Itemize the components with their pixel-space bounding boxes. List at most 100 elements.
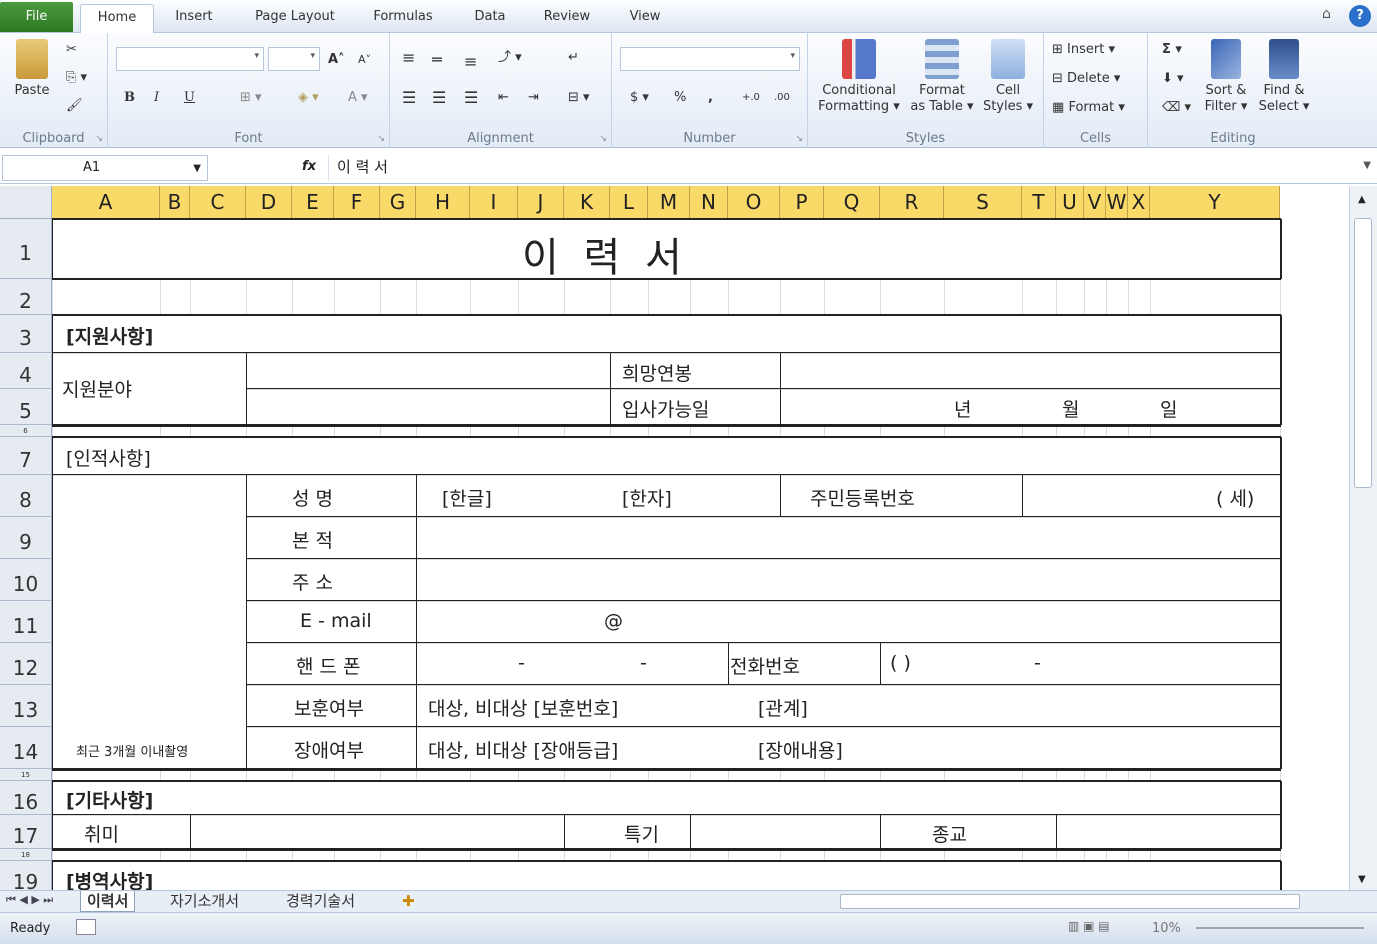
select-all-corner[interactable] (0, 186, 52, 219)
row-header-1[interactable]: 1 (0, 219, 52, 279)
row-header-6[interactable]: 6 (0, 425, 52, 437)
align-left-icon[interactable]: ☰ (402, 87, 416, 109)
row-header-17[interactable]: 17 (0, 815, 52, 849)
orientation-icon[interactable]: ⤴ ▾ (498, 47, 522, 69)
alignment-launcher-icon[interactable]: ↘ (599, 134, 607, 144)
align-center-icon[interactable]: ☰ (432, 87, 446, 109)
italic-button[interactable]: I (154, 87, 159, 109)
format-cells-button[interactable]: ▦ Format ▾ (1052, 97, 1125, 119)
delete-cells-button[interactable]: ⊟ Delete ▾ (1052, 68, 1120, 90)
merged-cell[interactable] (781, 354, 1280, 389)
zoom-slider[interactable] (1196, 927, 1364, 929)
row-header-12[interactable]: 12 (0, 643, 52, 685)
scroll-down-icon[interactable]: ▼ (1358, 874, 1366, 885)
column-header-C[interactable]: C (190, 186, 246, 219)
number-format-combo[interactable]: ▾ (620, 47, 800, 71)
column-header-S[interactable]: S (944, 186, 1022, 219)
format-painter-icon[interactable]: 🖌 (66, 95, 83, 117)
borders-icon[interactable]: ⊞ ▾ (240, 87, 262, 109)
insert-cells-button[interactable]: ⊞ Insert ▾ (1052, 39, 1115, 61)
column-header-T[interactable]: T (1022, 186, 1056, 219)
tab-data[interactable]: Data (462, 4, 518, 33)
vertical-scroll-thumb[interactable] (1354, 218, 1372, 488)
merged-cell[interactable] (53, 438, 1280, 475)
increase-decimal-icon[interactable]: +.0 (742, 87, 760, 109)
tab-view[interactable]: View (616, 4, 674, 33)
column-header-I[interactable]: I (470, 186, 518, 219)
tab-home[interactable]: Home (80, 4, 154, 34)
help-icon[interactable]: ? (1349, 5, 1371, 27)
autosum-button[interactable]: Σ ▾ (1162, 39, 1182, 61)
tab-formulas[interactable]: Formulas (360, 4, 446, 33)
column-header-R[interactable]: R (880, 186, 944, 219)
align-right-icon[interactable]: ☰ (464, 87, 478, 109)
name-box-dropdown-icon[interactable]: ▼ (193, 157, 201, 181)
minimize-ribbon-icon[interactable]: ⌂ (1322, 6, 1331, 22)
row-header-11[interactable]: 11 (0, 601, 52, 643)
row-header-5[interactable]: 5 (0, 389, 52, 425)
sheet-tab-career[interactable]: 경력기술서 (280, 891, 361, 912)
merged-cell[interactable] (691, 816, 880, 849)
font-color-button[interactable]: A ▾ (348, 87, 368, 109)
merged-cell[interactable] (881, 816, 1056, 849)
column-header-G[interactable]: G (380, 186, 416, 219)
merged-cell[interactable] (191, 816, 564, 849)
row-header-15[interactable]: 15 (0, 769, 52, 781)
comma-button[interactable]: , (708, 87, 713, 109)
tab-page-layout[interactable]: Page Layout (240, 4, 350, 33)
new-sheet-icon[interactable]: ✚ (396, 891, 421, 912)
column-header-O[interactable]: O (728, 186, 780, 219)
row-header-10[interactable]: 10 (0, 559, 52, 601)
merged-cell[interactable] (781, 390, 1280, 425)
fill-icon[interactable]: ⬇ ▾ (1162, 68, 1184, 90)
horizontal-scrollbar[interactable] (840, 894, 1300, 909)
copy-icon[interactable]: ⎘ ▾ (66, 67, 87, 89)
fx-button[interactable]: fx (302, 159, 316, 174)
column-header-M[interactable]: M (648, 186, 690, 219)
font-size-combo[interactable]: ▾ (268, 47, 320, 71)
clipboard-launcher-icon[interactable]: ↘ (95, 134, 103, 144)
row-header-16[interactable]: 16 (0, 781, 52, 815)
row-header-8[interactable]: 8 (0, 475, 52, 517)
row-header-18[interactable]: 18 (0, 849, 52, 861)
column-header-B[interactable]: B (160, 186, 190, 219)
cell-styles-button[interactable]: Cell Styles ▾ (978, 39, 1038, 115)
column-header-W[interactable]: W (1106, 186, 1128, 219)
row-header-19[interactable]: 19 (0, 861, 52, 891)
align-bottom-icon[interactable]: ≡ (464, 51, 477, 73)
paste-button[interactable]: Paste (8, 39, 56, 99)
row-header-13[interactable]: 13 (0, 685, 52, 727)
fill-color-icon[interactable]: ◈ ▾ (298, 87, 319, 109)
merged-cell[interactable] (417, 644, 728, 685)
view-buttons-icon[interactable]: ▥ ▣ ▤ (1068, 919, 1110, 933)
merged-cell[interactable] (53, 476, 246, 769)
merged-cell[interactable] (417, 560, 1280, 601)
column-header-F[interactable]: F (334, 186, 380, 219)
merged-cell[interactable] (247, 354, 610, 389)
increase-indent-icon[interactable]: ⇥ (528, 87, 539, 109)
sheet-tab-cover-letter[interactable]: 자기소개서 (164, 891, 245, 912)
column-header-D[interactable]: D (246, 186, 292, 219)
shrink-font-button[interactable]: A˅ (358, 49, 371, 71)
merge-center-icon[interactable]: ⊟ ▾ (568, 87, 590, 109)
row-header-3[interactable]: 3 (0, 315, 52, 353)
column-header-Y[interactable]: Y (1150, 186, 1280, 219)
font-launcher-icon[interactable]: ↘ (377, 134, 385, 144)
scroll-up-icon[interactable]: ▲ (1358, 194, 1366, 205)
grow-font-button[interactable]: A˄ (328, 49, 345, 71)
font-name-combo[interactable]: ▾ (116, 47, 264, 71)
column-header-X[interactable]: X (1128, 186, 1150, 219)
name-box[interactable]: A1 ▼ (2, 155, 208, 181)
column-header-L[interactable]: L (610, 186, 648, 219)
column-header-N[interactable]: N (690, 186, 728, 219)
currency-button[interactable]: $ ▾ (630, 87, 649, 109)
align-middle-icon[interactable]: ═ (432, 49, 442, 71)
merged-cell[interactable] (53, 862, 1280, 891)
formula-input[interactable]: 이 력 서 (328, 155, 1360, 181)
conditional-formatting-button[interactable]: Conditional Formatting ▾ (814, 39, 904, 115)
tab-file[interactable]: File (0, 2, 73, 32)
zoom-level[interactable]: 10% (1152, 921, 1181, 936)
format-as-table-button[interactable]: Format as Table ▾ (906, 39, 978, 115)
underline-button[interactable]: U (184, 87, 195, 109)
cut-icon[interactable]: ✂ (66, 39, 77, 61)
